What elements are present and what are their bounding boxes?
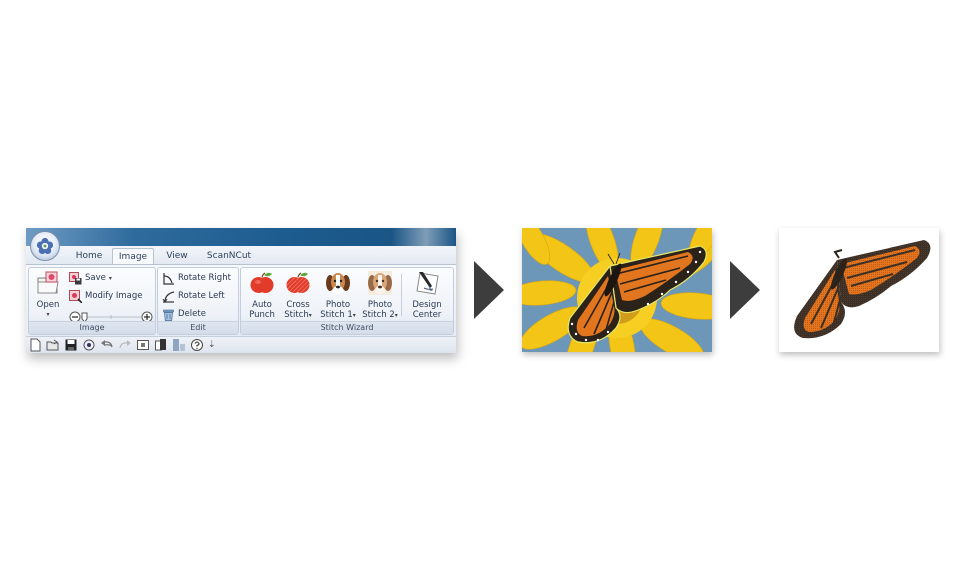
photo-stitch-1-caret[interactable]: ▾ <box>353 312 356 319</box>
modify-image-label: Modify Image <box>85 291 143 301</box>
tab-image[interactable]: Image <box>112 248 154 265</box>
trash-icon <box>163 309 174 321</box>
auto-punch-button[interactable]: Auto Punch <box>243 270 281 320</box>
save-button[interactable]: Save ▾ <box>69 270 112 286</box>
tab-view[interactable]: View <box>162 248 192 264</box>
edit-group-label: Edit <box>158 321 238 334</box>
rotate-left-label: Rotate Left <box>178 291 225 301</box>
modify-image-icon <box>69 289 82 303</box>
quick-access-toolbar: ⇣ <box>26 336 456 353</box>
photo-stitch-2-button[interactable]: Photo Stitch 2▾ <box>359 270 401 320</box>
delete-label: Delete <box>178 309 206 319</box>
design-center-line1: Design <box>412 300 442 310</box>
ribbon-window: Home Image View ScanNCut Open ▾ Save ▾ M… <box>26 228 456 353</box>
tab-scanncut[interactable]: ScanNCut <box>204 248 254 264</box>
tab-home[interactable]: Home <box>72 248 106 264</box>
delete-button[interactable]: Delete <box>162 306 206 322</box>
cross-stitch-line1: Cross <box>286 300 310 310</box>
help-icon[interactable] <box>190 338 204 352</box>
stitch-wizard-group-label: Stitch Wizard <box>241 321 453 334</box>
open-button[interactable]: Open ▾ <box>31 270 65 320</box>
redo-icon[interactable] <box>118 338 132 352</box>
embroidered-butterfly <box>794 240 931 339</box>
new-file-icon[interactable] <box>28 338 42 352</box>
image-size-slider[interactable] <box>69 308 153 323</box>
open-dropdown-caret[interactable]: ▾ <box>31 310 65 320</box>
customize-toolbar-button[interactable]: ⇣ <box>208 340 216 350</box>
cross-stitch-caret[interactable]: ▾ <box>309 312 312 319</box>
rotate-left-icon <box>162 290 175 303</box>
photo-stitch-1-button[interactable]: Photo Stitch 1▾ <box>317 270 359 320</box>
rotate-right-button[interactable]: Rotate Right <box>162 270 231 286</box>
design-center-icon <box>416 272 439 295</box>
dog-portrait-icon <box>326 273 350 294</box>
open-folder-icon[interactable] <box>46 338 60 352</box>
image-group: Open ▾ Save ▾ Modify Image Image <box>28 267 156 335</box>
auto-punch-line1: Auto <box>252 300 272 310</box>
modify-image-button[interactable]: Modify Image <box>69 288 143 304</box>
stitch-wizard-group: Auto Punch Cross Stitch▾ Photo Stitch 1▾… <box>240 267 454 335</box>
cross-stitch-button[interactable]: Cross Stitch▾ <box>279 270 317 320</box>
cross-stitch-line2: Stitch <box>284 310 309 320</box>
save-dropdown-caret[interactable]: ▾ <box>109 275 112 282</box>
open-label: Open <box>36 300 60 310</box>
rotate-right-icon <box>163 272 174 285</box>
design-center-button[interactable]: Design Center <box>405 270 449 320</box>
rotate-right-label: Rotate Right <box>178 273 231 283</box>
group-separator <box>401 274 402 316</box>
photo-stitch-2-line2: Stitch 2 <box>362 310 395 320</box>
tab-row: Home Image View ScanNCut <box>26 246 456 265</box>
photo-stitch-2-line1: Photo <box>367 300 393 310</box>
open-folder-icon <box>37 271 59 294</box>
design-center-line2: Center <box>412 310 442 320</box>
dog-portrait-sepia-icon <box>368 271 392 295</box>
photo-stitch-1-line2: Stitch 1 <box>320 310 353 320</box>
application-menu-button[interactable] <box>30 231 60 261</box>
rotate-left-button[interactable]: Rotate Left <box>162 288 225 304</box>
embroidery-result <box>779 228 939 352</box>
photo-stitch-2-caret[interactable]: ▾ <box>395 312 398 319</box>
arrow-right-icon <box>730 261 760 319</box>
app-logo-icon <box>36 237 54 255</box>
edit-group: Rotate Right Rotate Left Delete Edit <box>157 267 239 335</box>
apple-icon <box>250 272 274 293</box>
image-group-label: Image <box>29 321 155 334</box>
cross-stitch-apple-icon <box>286 272 310 293</box>
auto-punch-line2: Punch <box>249 310 275 320</box>
arrow-right-icon <box>474 261 504 319</box>
ribbon-body: Open ▾ Save ▾ Modify Image Image Rotate … <box>26 264 456 337</box>
save-icon[interactable] <box>64 338 78 352</box>
save-image-icon <box>69 271 82 284</box>
layout-icon[interactable] <box>172 338 186 352</box>
butterfly-photo <box>522 228 712 352</box>
photo-stitch-1-line1: Photo <box>325 300 351 310</box>
copy-icon[interactable] <box>154 338 168 352</box>
title-bar <box>26 228 456 246</box>
zoom-icon[interactable] <box>82 338 96 352</box>
save-label: Save <box>85 273 106 283</box>
undo-icon[interactable] <box>100 338 114 352</box>
frame-icon[interactable] <box>136 338 150 352</box>
